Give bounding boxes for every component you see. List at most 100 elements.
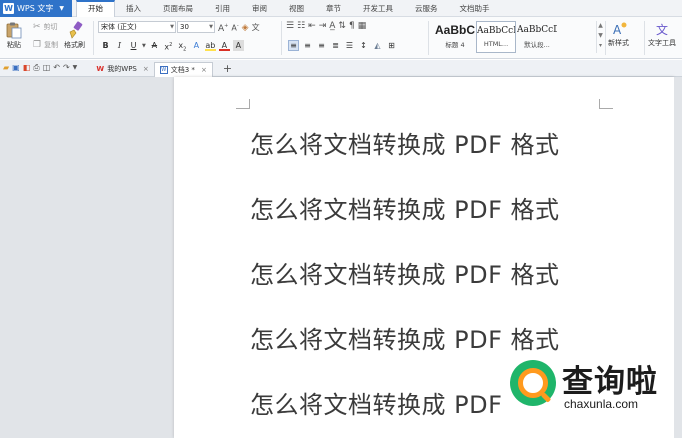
divider (428, 21, 429, 55)
tab-cloud[interactable]: 云服务 (404, 0, 449, 17)
new-style-label: 新样式 (608, 39, 629, 47)
show-marks-icon[interactable]: ¶ (349, 21, 355, 31)
tab-view[interactable]: 视图 (278, 0, 315, 17)
style-default[interactable]: AaBbCcDd 默认段... (517, 21, 557, 53)
tab-document3[interactable]: W 文档3 * × (153, 61, 213, 77)
numbered-list-icon[interactable]: ☷ (297, 21, 305, 31)
app-menu-button[interactable]: W WPS 文字 ▼ (0, 0, 72, 17)
scissors-icon: ✂ (33, 22, 41, 32)
tab-references[interactable]: 引用 (204, 0, 241, 17)
ribbon: 粘贴 ✂ 剪切 ❐ 复制 格式刷 宋体 (正文) ▼ 30 ▼ A+ A- ◈ … (0, 17, 682, 59)
justify-icon[interactable]: ≣ (330, 40, 341, 51)
style-gallery-scroll[interactable]: ▲ ▼ ▾ (596, 21, 604, 53)
print-preview-icon[interactable]: ◫ (43, 63, 51, 73)
paste-button[interactable]: 粘贴 (5, 21, 23, 50)
style-name: 标题 4 (445, 41, 465, 49)
grow-font-icon[interactable]: A+ (218, 21, 228, 34)
document-line[interactable]: 怎么将文档转换成 PDF 格式 (250, 255, 560, 290)
new-style-icon: A (613, 22, 626, 37)
redo-icon[interactable]: ↷ (63, 63, 70, 73)
menu-tabs: 开始 插入 页面布局 引用 审阅 视图 章节 开发工具 云服务 文档助手 (76, 0, 501, 17)
sort-icon[interactable]: ⇅ (338, 21, 346, 31)
close-icon[interactable]: × (143, 65, 149, 73)
document-tab-bar: ▰ ▣ ◧ ⎙ ◫ ↶ ↷ ▼ W 我的WPS × W 文档3 * × + (0, 60, 682, 77)
line-spacing-icon[interactable]: ↕ (358, 40, 369, 51)
font-name-value: 宋体 (正文) (101, 23, 137, 31)
tab-my-wps[interactable]: W 我的WPS × (91, 62, 153, 77)
open-folder-icon[interactable]: ▰ (3, 63, 9, 73)
undo-icon[interactable]: ↶ (53, 63, 60, 73)
tab-page-layout[interactable]: 页面布局 (152, 0, 204, 17)
document-line[interactable]: 怎么将文档转换成 PDF 格式 (250, 190, 560, 225)
copy-label: 复制 (44, 41, 59, 49)
subscript-icon[interactable]: x2 (177, 40, 188, 53)
tab-developer[interactable]: 开发工具 (352, 0, 404, 17)
chevron-down-icon[interactable]: ▼ (142, 41, 146, 51)
tab-doc-assistant[interactable]: 文档助手 (449, 0, 501, 17)
align-left-icon[interactable]: ≡ (288, 40, 299, 51)
font-color-icon[interactable]: A (218, 40, 230, 51)
copy-icon: ❐ (33, 40, 42, 50)
underline-icon[interactable]: U (128, 40, 139, 51)
close-icon[interactable]: × (201, 66, 207, 74)
divider (605, 21, 606, 55)
copy-button[interactable]: ❐ 复制 (33, 40, 58, 50)
save-icon[interactable]: ▣ (12, 63, 20, 73)
superscript-icon[interactable]: x2 (163, 40, 174, 52)
align-right-icon[interactable]: ≡ (316, 40, 327, 51)
cut-button[interactable]: ✂ 剪切 (33, 22, 58, 32)
tab-home[interactable]: 开始 (76, 0, 115, 17)
bold-icon[interactable]: B (100, 40, 111, 51)
char-shading-icon[interactable]: A (232, 40, 244, 51)
font-size-select[interactable]: 30 ▼ (177, 21, 215, 33)
shading-icon[interactable]: ◭ (372, 40, 383, 51)
align-center-icon[interactable]: ≡ (302, 40, 313, 51)
format-painter-button[interactable]: 格式刷 (64, 21, 85, 50)
text-effect-icon[interactable]: A (191, 40, 202, 51)
style-html[interactable]: AaBbCcDd HTML... (476, 21, 516, 53)
new-tab-button[interactable]: + (223, 62, 232, 75)
indent-icon[interactable]: ⇥ (319, 21, 327, 31)
customize-toolbar-icon[interactable]: ▼ (73, 63, 78, 73)
tab-section[interactable]: 章节 (315, 0, 352, 17)
print-icon[interactable]: ⎙ (33, 63, 39, 73)
phonetic-icon[interactable]: 文 (252, 23, 260, 33)
text-tools-icon: 文 (656, 22, 668, 37)
shrink-font-icon[interactable]: A- (231, 21, 238, 34)
wps-icon: W (96, 65, 105, 73)
text-tools-button[interactable]: 文 文字工具 (648, 21, 676, 48)
outdent-icon[interactable]: ⇤ (308, 21, 316, 31)
bullet-list-icon[interactable]: ☰ (286, 21, 294, 31)
watermark: 查询啦 chaxunla.com (510, 356, 680, 416)
new-style-button[interactable]: A 新样式 (608, 21, 629, 48)
divider (93, 21, 94, 55)
tab-review[interactable]: 审阅 (241, 0, 278, 17)
table-icon[interactable]: ▦ (358, 21, 367, 31)
document-line[interactable]: 怎么将文档转换成 PDF 格式 (250, 320, 560, 355)
cut-label: 剪切 (43, 23, 58, 31)
quick-access-toolbar: ▰ ▣ ◧ ⎙ ◫ ↶ ↷ ▼ (0, 63, 77, 73)
margin-corner-mark (599, 99, 613, 109)
style-name: HTML... (483, 40, 509, 48)
document-line[interactable]: 怎么将文档转换成 PDF (250, 385, 502, 420)
paste-icon (6, 22, 22, 39)
distributed-icon[interactable]: ☰ (344, 40, 355, 51)
chevron-down-icon: ▼ (170, 24, 174, 30)
italic-icon[interactable]: I (114, 40, 125, 51)
export-pdf-icon[interactable]: ◧ (23, 63, 31, 73)
strikethrough-icon[interactable]: A (149, 40, 160, 51)
style-heading4[interactable]: AaBbC 标题 4 (434, 21, 476, 53)
chevron-down-icon: ▼ (59, 5, 64, 12)
borders-icon[interactable]: ⊞ (386, 40, 397, 51)
watermark-url: chaxunla.com (564, 397, 639, 411)
style-sample: AaBbCcDd (477, 26, 515, 36)
wps-logo-icon: W (3, 3, 14, 14)
tab-label: 文档3 * (170, 65, 195, 74)
font-name-select[interactable]: 宋体 (正文) ▼ (98, 21, 176, 33)
highlight-icon[interactable]: ab (204, 40, 216, 51)
document-line[interactable]: 怎么将文档转换成 PDF 格式 (250, 125, 560, 160)
clear-format-icon[interactable]: ◈ (242, 23, 249, 33)
chevron-down-icon: ▼ (209, 24, 213, 30)
tab-insert[interactable]: 插入 (115, 0, 152, 17)
chinese-layout-icon[interactable]: A̲ (329, 21, 335, 31)
